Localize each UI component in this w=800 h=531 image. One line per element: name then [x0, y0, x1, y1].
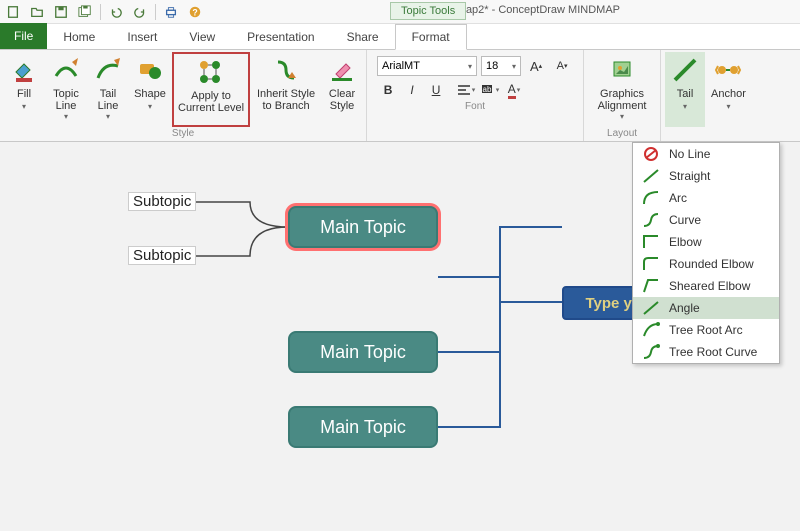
shrink-font-button[interactable]: A▾ — [551, 56, 573, 76]
font-color-button[interactable]: A▾ — [503, 80, 525, 100]
group-style: Fill▾ Topic Line▾ Tail Line▾ Shape▾ Appl… — [0, 50, 367, 141]
clear-icon — [326, 54, 358, 86]
style-group-label: Style — [4, 127, 362, 141]
context-tab-header: Topic Tools — [390, 2, 466, 20]
main-topic-3[interactable]: Main Topic — [288, 406, 438, 448]
tail-option-angle[interactable]: Angle — [633, 297, 779, 319]
straight-icon — [641, 168, 661, 184]
subtopic-2[interactable]: Subtopic — [128, 246, 196, 265]
save-all-icon[interactable] — [76, 3, 94, 21]
highlight-button[interactable]: ab▾ — [479, 80, 501, 100]
inherit-label: Inherit Style to Branch — [257, 88, 315, 112]
app-title: CDMap2* - ConceptDraw MINDMAP — [441, 4, 620, 16]
tail-dropdown-menu: No Line Straight Arc Curve Elbow Rounded… — [632, 142, 780, 364]
topic-line-button[interactable]: Topic Line▾ — [46, 52, 86, 127]
graphics-align-icon — [606, 54, 638, 86]
tail-option-straight[interactable]: Straight — [633, 165, 779, 187]
main-topic-1[interactable]: Main Topic — [288, 206, 438, 248]
ribbon-tabs: Topic Tools File Home Insert View Presen… — [0, 24, 800, 50]
grow-font-button[interactable]: A▴ — [525, 56, 547, 76]
group-font: ArialMT▾ 18▾ A▴ A▾ B I U ▾ ab▾ A▾ Font — [367, 50, 584, 141]
no-line-icon — [641, 146, 661, 162]
font-size-combo[interactable]: 18▾ — [481, 56, 521, 76]
tail-option-curve[interactable]: Curve — [633, 209, 779, 231]
apply-current-label: Apply to Current Level — [178, 90, 244, 114]
tail-label: Tail — [677, 88, 694, 100]
tree-root-curve-icon — [641, 344, 661, 360]
separator — [155, 4, 156, 20]
topic-line-icon — [50, 54, 82, 86]
apply-current-level-button[interactable]: Apply to Current Level — [172, 52, 250, 127]
tail-option-elbow[interactable]: Elbow — [633, 231, 779, 253]
ribbon: Fill▾ Topic Line▾ Tail Line▾ Shape▾ Appl… — [0, 50, 800, 142]
curve-icon — [641, 212, 661, 228]
inherit-style-button[interactable]: Inherit Style to Branch — [252, 52, 320, 127]
apply-level-icon — [195, 56, 227, 88]
undo-icon[interactable] — [107, 3, 125, 21]
tail-icon — [669, 54, 701, 86]
tab-presentation[interactable]: Presentation — [231, 25, 330, 49]
tree-root-arc-icon — [641, 322, 661, 338]
fill-bucket-icon — [8, 54, 40, 86]
shape-icon — [134, 54, 166, 86]
topic-line-label: Topic Line — [53, 88, 79, 112]
separator — [100, 4, 101, 20]
tail-option-rounded-elbow[interactable]: Rounded Elbow — [633, 253, 779, 275]
align-button[interactable]: ▾ — [455, 80, 477, 100]
font-name-combo[interactable]: ArialMT▾ — [377, 56, 477, 76]
tail-option-arc[interactable]: Arc — [633, 187, 779, 209]
new-icon[interactable] — [4, 3, 22, 21]
tail-button[interactable]: Tail▾ — [665, 52, 705, 127]
save-icon[interactable] — [52, 3, 70, 21]
font-group-label: Font — [371, 100, 579, 114]
clear-label: Clear Style — [329, 88, 355, 112]
layout-group-label: Layout — [588, 127, 656, 141]
tail-line-label: Tail Line — [98, 88, 119, 112]
group-layout: Graphics Alignment▾ Layout — [584, 50, 661, 141]
italic-button[interactable]: I — [401, 80, 423, 100]
tail-line-button[interactable]: Tail Line▾ — [88, 52, 128, 127]
svg-text:?: ? — [192, 7, 197, 17]
anchor-label: Anchor — [711, 88, 746, 100]
inherit-icon — [270, 54, 302, 86]
svg-text:ab: ab — [482, 85, 491, 94]
open-icon[interactable] — [28, 3, 46, 21]
tab-home[interactable]: Home — [47, 25, 111, 49]
tail-option-sheared-elbow[interactable]: Sheared Elbow — [633, 275, 779, 297]
graphics-alignment-button[interactable]: Graphics Alignment▾ — [588, 52, 656, 127]
elbow-icon — [641, 234, 661, 250]
sheared-elbow-icon — [641, 278, 661, 294]
bold-button[interactable]: B — [377, 80, 399, 100]
group-anchor: Tail▾ Anchor▾ — [661, 50, 754, 141]
arc-icon — [641, 190, 661, 206]
fill-button[interactable]: Fill▾ — [4, 52, 44, 127]
angle-icon — [641, 300, 661, 316]
anchor-button[interactable]: Anchor▾ — [707, 52, 750, 127]
tail-option-tree-root-curve[interactable]: Tree Root Curve — [633, 341, 779, 363]
fill-label: Fill — [17, 88, 31, 100]
underline-button[interactable]: U — [425, 80, 447, 100]
shape-label: Shape — [134, 88, 166, 100]
tab-file[interactable]: File — [0, 23, 47, 49]
tab-format[interactable]: Format — [395, 24, 467, 50]
tab-share[interactable]: Share — [331, 25, 395, 49]
tail-line-icon — [92, 54, 124, 86]
main-topic-2[interactable]: Main Topic — [288, 331, 438, 373]
anchor-icon — [712, 54, 744, 86]
redo-icon[interactable] — [131, 3, 149, 21]
tail-option-tree-root-arc[interactable]: Tree Root Arc — [633, 319, 779, 341]
help-icon[interactable]: ? — [186, 3, 204, 21]
tab-insert[interactable]: Insert — [111, 25, 173, 49]
print-icon[interactable] — [162, 3, 180, 21]
anchor-group-label — [665, 127, 750, 141]
graphics-align-label: Graphics Alignment — [598, 88, 647, 112]
tab-view[interactable]: View — [173, 25, 231, 49]
rounded-elbow-icon — [641, 256, 661, 272]
shape-button[interactable]: Shape▾ — [130, 52, 170, 127]
tail-option-no-line[interactable]: No Line — [633, 143, 779, 165]
subtopic-1[interactable]: Subtopic — [128, 192, 196, 211]
clear-style-button[interactable]: Clear Style — [322, 52, 362, 127]
